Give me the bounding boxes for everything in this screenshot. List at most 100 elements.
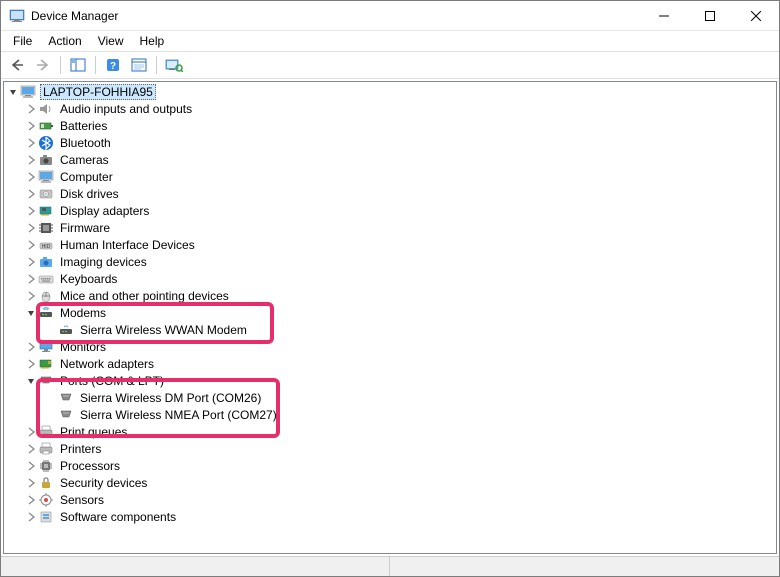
tree-label: Network adapters	[58, 357, 156, 371]
category-cameras[interactable]: Cameras	[4, 151, 776, 168]
forward-button[interactable]	[31, 54, 55, 76]
chevron-right-icon[interactable]	[24, 170, 38, 184]
category-security[interactable]: Security devices	[4, 474, 776, 491]
category-mice[interactable]: Mice and other pointing devices	[4, 287, 776, 304]
chevron-right-icon[interactable]	[24, 510, 38, 524]
scan-hardware-button[interactable]	[162, 54, 186, 76]
chevron-right-icon[interactable]	[24, 136, 38, 150]
chevron-right-icon[interactable]	[24, 102, 38, 116]
show-hide-console-button[interactable]	[66, 54, 90, 76]
tree-label: Mice and other pointing devices	[58, 289, 231, 303]
maximize-button[interactable]	[687, 1, 733, 31]
chevron-right-icon[interactable]	[24, 459, 38, 473]
toolbar-separator	[95, 56, 96, 74]
category-batteries[interactable]: Batteries	[4, 117, 776, 134]
device-tree[interactable]: LAPTOP-FOHHIA95 Audio inputs and outputs…	[3, 81, 777, 554]
chevron-down-icon[interactable]	[6, 85, 20, 99]
tree-label: Computer	[58, 170, 115, 184]
chevron-right-icon[interactable]	[24, 255, 38, 269]
content: LAPTOP-FOHHIA95 Audio inputs and outputs…	[1, 79, 779, 576]
category-imaging[interactable]: Imaging devices	[4, 253, 776, 270]
no-expander	[44, 391, 58, 405]
category-sensors[interactable]: Sensors	[4, 491, 776, 508]
svg-text:HID: HID	[42, 244, 51, 250]
help-button[interactable]: ?	[101, 54, 125, 76]
category-processors[interactable]: Processors	[4, 457, 776, 474]
category-audio[interactable]: Audio inputs and outputs	[4, 100, 776, 117]
tree-label: Software components	[58, 510, 178, 524]
category-print-queues[interactable]: Print queues	[4, 423, 776, 440]
tree-label: Keyboards	[58, 272, 119, 286]
toolbar: ?	[1, 51, 779, 79]
status-pane-left	[1, 557, 390, 576]
imaging-icon	[38, 254, 54, 270]
category-firmware[interactable]: Firmware	[4, 219, 776, 236]
tree-label: Imaging devices	[58, 255, 149, 269]
category-bluetooth[interactable]: Bluetooth	[4, 134, 776, 151]
tree-root[interactable]: LAPTOP-FOHHIA95	[4, 83, 776, 100]
device-sierra-wwan-modem[interactable]: Sierra Wireless WWAN Modem	[4, 321, 776, 338]
tree-label: Sierra Wireless DM Port (COM26)	[78, 391, 263, 405]
chevron-right-icon[interactable]	[24, 442, 38, 456]
chevron-right-icon[interactable]	[24, 340, 38, 354]
chevron-right-icon[interactable]	[24, 238, 38, 252]
tree-label: Batteries	[58, 119, 109, 133]
cpu-icon	[38, 458, 54, 474]
disk-icon	[38, 186, 54, 202]
chevron-down-icon[interactable]	[24, 374, 38, 388]
minimize-button[interactable]	[641, 1, 687, 31]
chevron-down-icon[interactable]	[24, 306, 38, 320]
tree-root-label: LAPTOP-FOHHIA95	[40, 84, 156, 100]
chevron-right-icon[interactable]	[24, 272, 38, 286]
category-display[interactable]: Display adapters	[4, 202, 776, 219]
modem-device-icon	[58, 322, 74, 338]
category-hid[interactable]: HID Human Interface Devices	[4, 236, 776, 253]
keyboard-icon	[38, 271, 54, 287]
network-icon	[38, 356, 54, 372]
port-device-icon	[58, 407, 74, 423]
properties-button[interactable]	[127, 54, 151, 76]
close-button[interactable]	[733, 1, 779, 31]
print-queue-icon	[38, 424, 54, 440]
chevron-right-icon[interactable]	[24, 289, 38, 303]
statusbar	[1, 556, 779, 576]
category-disk[interactable]: Disk drives	[4, 185, 776, 202]
category-keyboards[interactable]: Keyboards	[4, 270, 776, 287]
tree-label: Ports (COM & LPT)	[58, 374, 166, 388]
device-sierra-nmea-port[interactable]: Sierra Wireless NMEA Port (COM27)	[4, 406, 776, 423]
speaker-icon	[38, 101, 54, 117]
chevron-right-icon[interactable]	[24, 221, 38, 235]
app-icon	[9, 8, 25, 24]
port-icon	[38, 373, 54, 389]
chevron-right-icon[interactable]	[24, 425, 38, 439]
chevron-right-icon[interactable]	[24, 119, 38, 133]
tree-label: Human Interface Devices	[58, 238, 197, 252]
chevron-right-icon[interactable]	[24, 187, 38, 201]
category-ports[interactable]: Ports (COM & LPT)	[4, 372, 776, 389]
category-network[interactable]: Network adapters	[4, 355, 776, 372]
category-monitors[interactable]: Monitors	[4, 338, 776, 355]
menu-view[interactable]: View	[90, 32, 132, 50]
monitor-icon	[38, 339, 54, 355]
category-software-components[interactable]: Software components	[4, 508, 776, 525]
menu-help[interactable]: Help	[132, 32, 173, 50]
chevron-right-icon[interactable]	[24, 153, 38, 167]
category-computer[interactable]: Computer	[4, 168, 776, 185]
device-sierra-dm-port[interactable]: Sierra Wireless DM Port (COM26)	[4, 389, 776, 406]
menu-action[interactable]: Action	[40, 32, 89, 50]
display-adapter-icon	[38, 203, 54, 219]
tree-label: Sierra Wireless WWAN Modem	[78, 323, 249, 337]
tree-label: Bluetooth	[58, 136, 113, 150]
chevron-right-icon[interactable]	[24, 357, 38, 371]
camera-icon	[38, 152, 54, 168]
chevron-right-icon[interactable]	[24, 476, 38, 490]
menu-file[interactable]: File	[5, 32, 40, 50]
category-modems[interactable]: Modems	[4, 304, 776, 321]
tree-label: Processors	[58, 459, 122, 473]
tree-label: Sierra Wireless NMEA Port (COM27)	[78, 408, 279, 422]
chevron-right-icon[interactable]	[24, 204, 38, 218]
back-button[interactable]	[5, 54, 29, 76]
category-printers[interactable]: Printers	[4, 440, 776, 457]
toolbar-separator	[156, 56, 157, 74]
chevron-right-icon[interactable]	[24, 493, 38, 507]
